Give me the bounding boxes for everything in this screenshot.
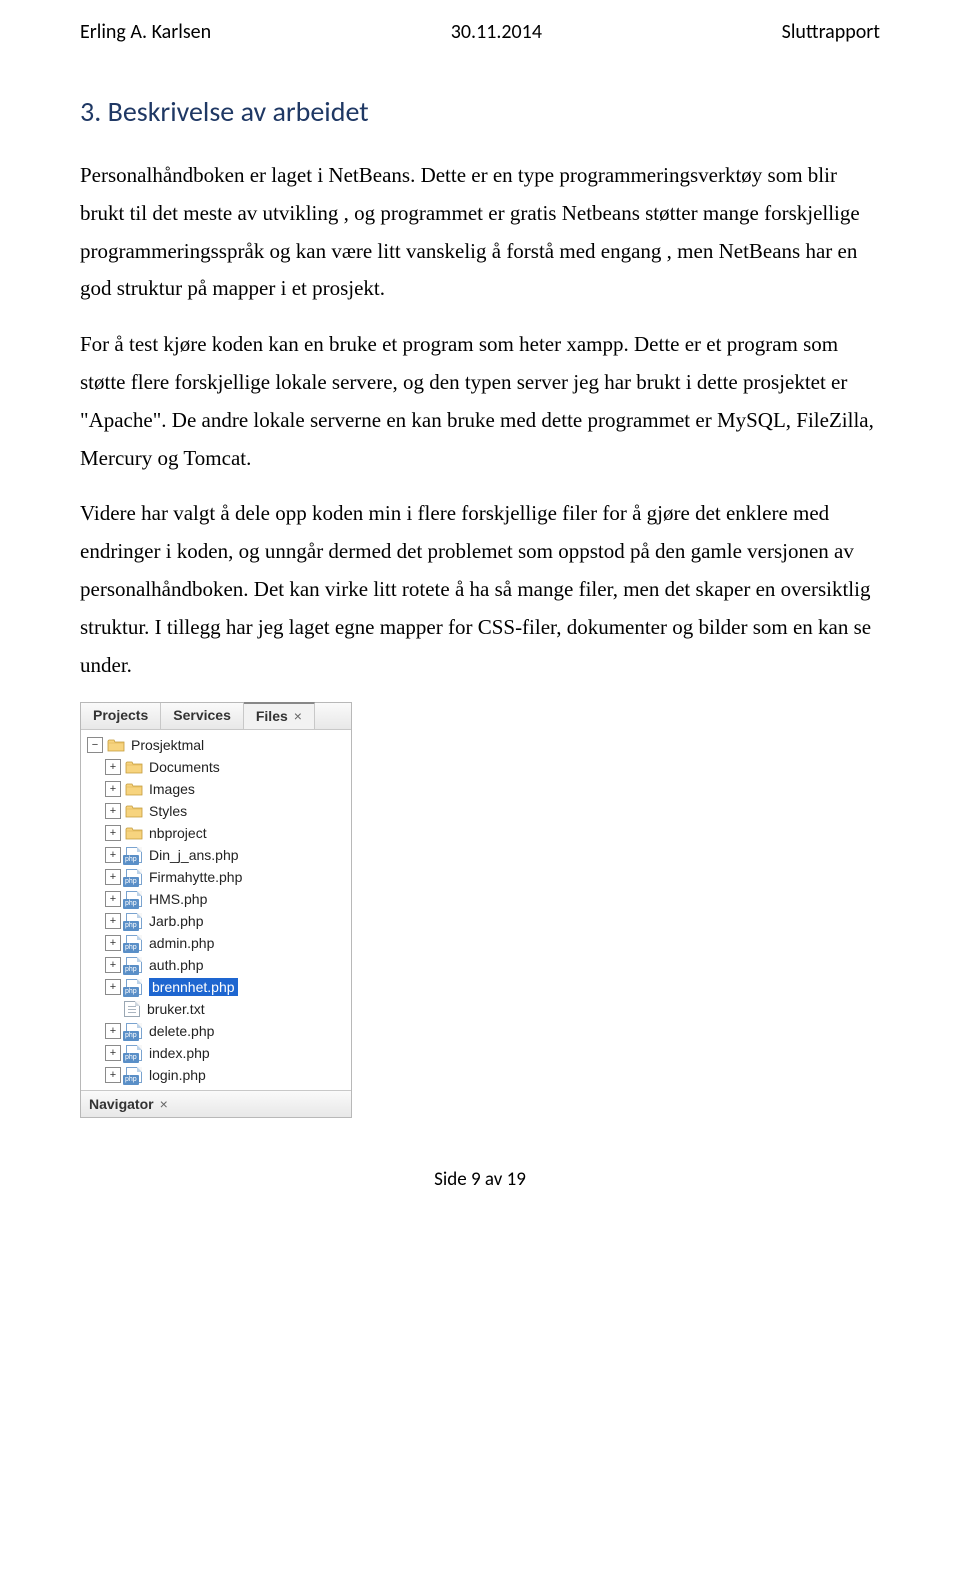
php-file-icon: php (125, 847, 143, 863)
tree-item[interactable]: php Firmahytte.php (83, 866, 349, 888)
tree-item[interactable]: Styles (83, 800, 349, 822)
tree-item-label: bruker.txt (147, 1001, 205, 1017)
tree-item[interactable]: Prosjektmal (83, 734, 349, 756)
folder-icon (107, 737, 125, 753)
tree-item-label: nbproject (149, 825, 207, 841)
paragraph: Videre har valgt å dele opp koden min i … (80, 495, 880, 684)
header-date: 30.11.2014 (451, 20, 542, 44)
php-file-icon: php (125, 957, 143, 973)
folder-icon (125, 825, 143, 841)
paragraph: For å test kjøre koden kan en bruke et p… (80, 326, 880, 477)
ide-tabs: Projects Services Files × (81, 703, 351, 730)
tree-item[interactable]: php Din_j_ans.php (83, 844, 349, 866)
expand-icon[interactable] (105, 935, 121, 951)
php-file-icon: php (125, 891, 143, 907)
tree-item[interactable]: bruker.txt (83, 998, 349, 1020)
tree-item[interactable]: Documents (83, 756, 349, 778)
tree-item[interactable]: php auth.php (83, 954, 349, 976)
collapse-icon[interactable] (87, 737, 103, 753)
tree-item-label: auth.php (149, 957, 204, 973)
folder-icon (125, 759, 143, 775)
file-tree: Prosjektmal Documents Images Styles nbprojec… (81, 730, 351, 1090)
page-header: Erling A. Karlsen 30.11.2014 Sluttrappor… (80, 20, 880, 44)
text-file-icon (123, 1001, 141, 1017)
tab-services[interactable]: Services (161, 703, 244, 729)
tree-item[interactable]: php HMS.php (83, 888, 349, 910)
expand-icon[interactable] (105, 1045, 121, 1061)
paragraph: Personalhåndboken er laget i NetBeans. D… (80, 157, 880, 308)
expand-icon[interactable] (105, 1067, 121, 1083)
php-file-icon: php (125, 1023, 143, 1039)
php-file-icon: php (125, 935, 143, 951)
folder-icon (125, 781, 143, 797)
expand-icon[interactable] (105, 847, 121, 863)
php-file-icon: php (125, 913, 143, 929)
close-icon[interactable]: × (160, 1096, 168, 1112)
tree-item[interactable]: php Jarb.php (83, 910, 349, 932)
tree-item[interactable]: Images (83, 778, 349, 800)
expand-icon[interactable] (105, 825, 121, 841)
expand-icon[interactable] (105, 891, 121, 907)
ide-panel: Projects Services Files × Prosjektmal Docu… (80, 702, 352, 1118)
tree-item-label: Documents (149, 759, 220, 775)
expand-icon[interactable] (105, 957, 121, 973)
tree-item-label: login.php (149, 1067, 206, 1083)
tree-item-label: index.php (149, 1045, 210, 1061)
php-file-icon: php (125, 869, 143, 885)
tree-item-label: Jarb.php (149, 913, 203, 929)
close-icon[interactable]: × (294, 708, 302, 724)
tab-files[interactable]: Files × (244, 702, 315, 729)
section-title: 3. Beskrivelse av arbeidet (80, 94, 880, 129)
tree-item-label: HMS.php (149, 891, 207, 907)
tab-files-label: Files (256, 708, 288, 724)
tree-item[interactable]: php delete.php (83, 1020, 349, 1042)
tree-item-label: Images (149, 781, 195, 797)
expand-icon[interactable] (105, 913, 121, 929)
header-author: Erling A. Karlsen (80, 20, 211, 44)
expand-icon[interactable] (105, 781, 121, 797)
php-file-icon: php (125, 1067, 143, 1083)
tree-item[interactable]: php login.php (83, 1064, 349, 1086)
tree-item[interactable]: php index.php (83, 1042, 349, 1064)
tree-item-label: Din_j_ans.php (149, 847, 239, 863)
php-file-icon: php (125, 979, 143, 995)
tree-item-label: admin.php (149, 935, 214, 951)
php-file-icon: php (125, 1045, 143, 1061)
expand-icon[interactable] (105, 869, 121, 885)
expand-icon[interactable] (105, 759, 121, 775)
tree-item[interactable]: php brennhet.php (83, 976, 349, 998)
tree-item[interactable]: nbproject (83, 822, 349, 844)
tree-item[interactable]: php admin.php (83, 932, 349, 954)
navigator-bar[interactable]: Navigator × (81, 1090, 351, 1117)
folder-icon (125, 803, 143, 819)
tree-item-label: brennhet.php (149, 978, 238, 996)
no-toggle (105, 1002, 119, 1016)
expand-icon[interactable] (105, 803, 121, 819)
tree-item-label: delete.php (149, 1023, 214, 1039)
expand-icon[interactable] (105, 1023, 121, 1039)
header-doc-type: Sluttrapport (782, 20, 880, 44)
tree-item-label: Styles (149, 803, 187, 819)
expand-icon[interactable] (105, 979, 121, 995)
tree-item-label: Prosjektmal (131, 737, 204, 753)
page-footer: Side 9 av 19 (80, 1168, 880, 1191)
tab-projects[interactable]: Projects (81, 703, 161, 729)
tree-item-label: Firmahytte.php (149, 869, 242, 885)
navigator-label: Navigator (89, 1096, 154, 1112)
